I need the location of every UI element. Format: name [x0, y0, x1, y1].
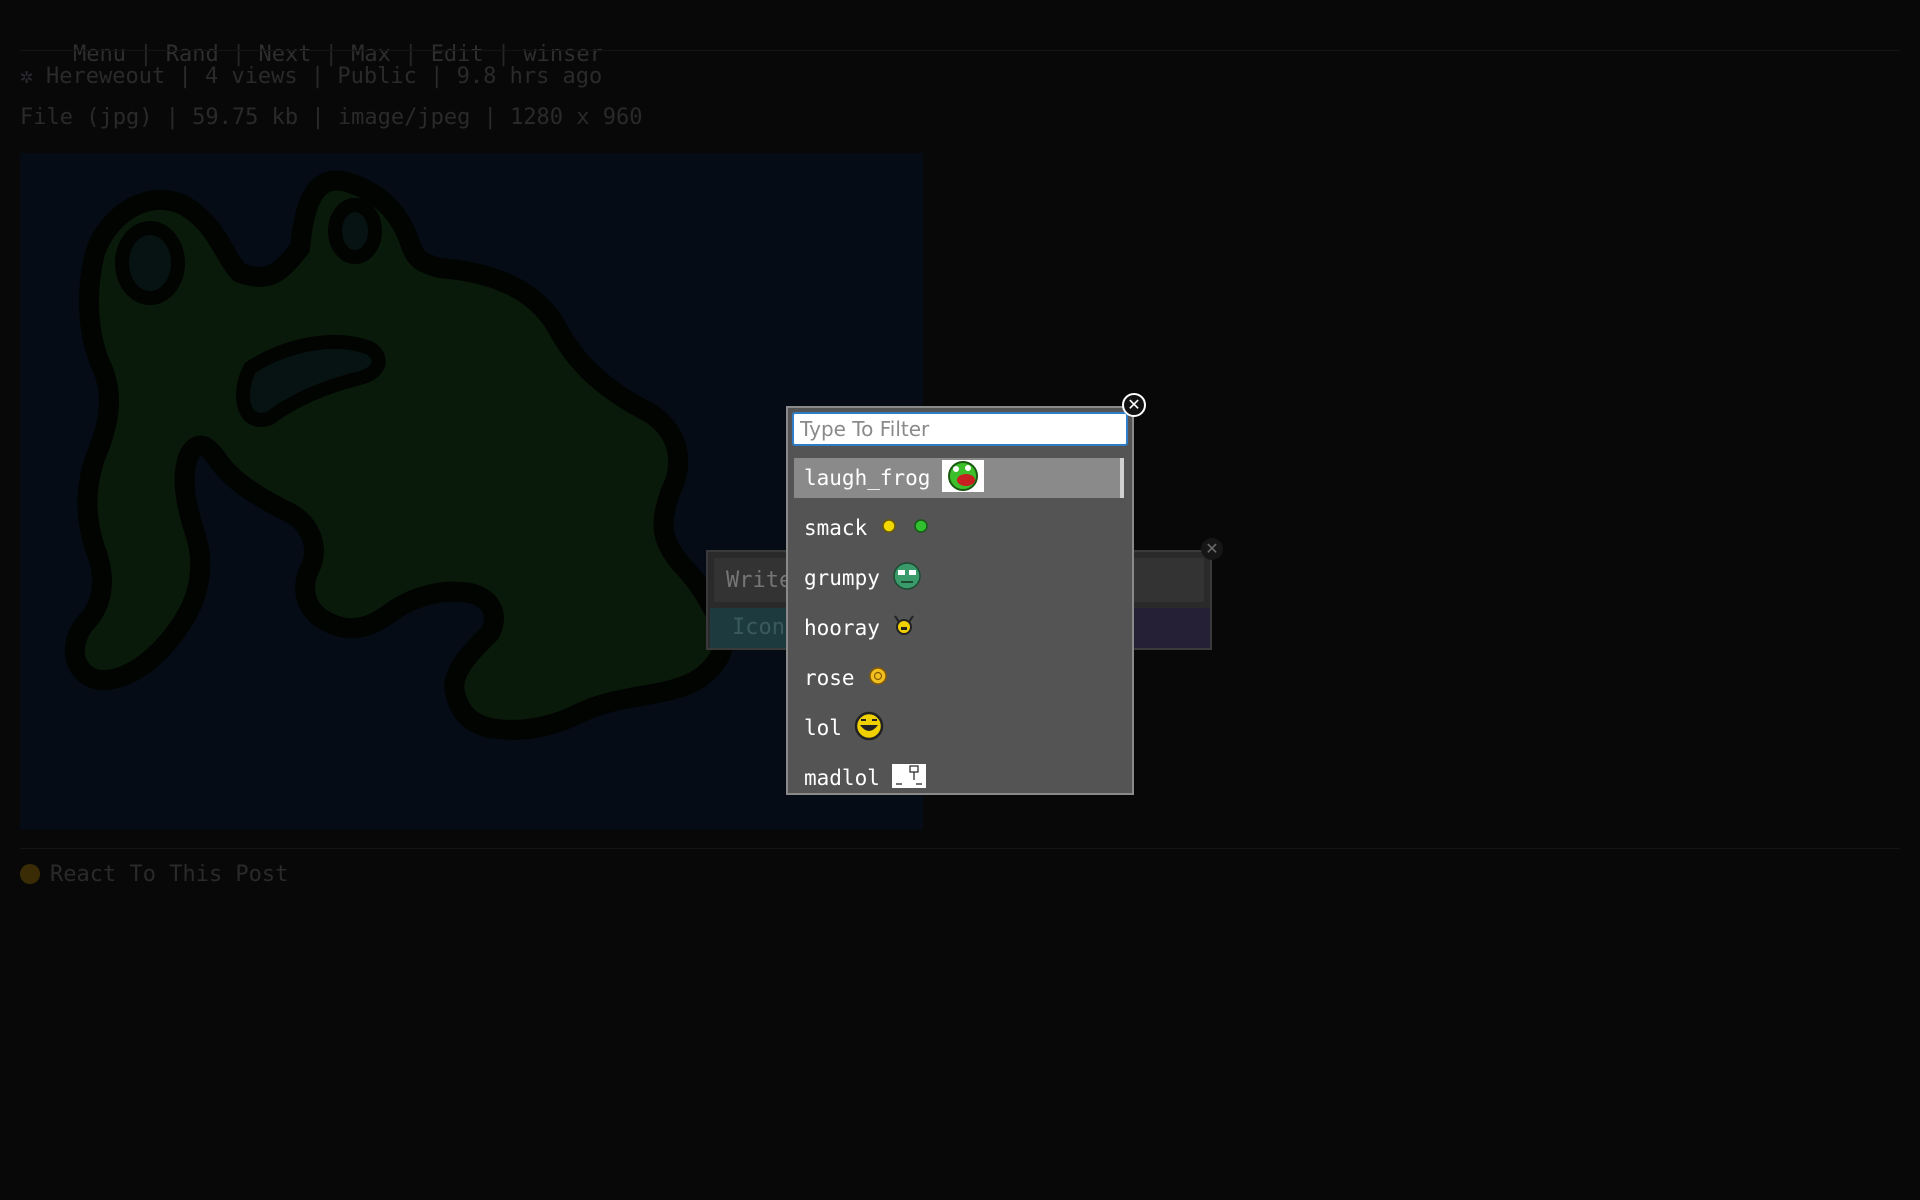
divider: [20, 848, 1900, 849]
smack-icon: [879, 516, 931, 541]
emoji-label: laugh_frog: [804, 466, 931, 490]
emoji-label: madlol: [804, 766, 880, 790]
emoji-label: hooray: [804, 616, 880, 640]
emoji-list: laugh_frog smack grumpy hooray rose lol …: [794, 458, 1124, 793]
laugh-frog-icon: [942, 459, 985, 497]
smiley-icon: [20, 864, 40, 884]
emoji-item-rose[interactable]: rose: [794, 658, 1124, 698]
grumpy-icon: [892, 561, 922, 596]
hooray-icon: [892, 614, 916, 643]
emoji-item-smack[interactable]: smack: [794, 508, 1124, 548]
picker-close-button[interactable]: ✕: [1122, 393, 1146, 417]
user-icon: ✲: [20, 64, 34, 89]
emoji-label: smack: [804, 516, 868, 540]
emoji-item-hooray[interactable]: hooray: [794, 608, 1124, 648]
page: Menu | Rand | Next | Max | Edit | winser…: [0, 0, 1920, 1200]
madlol-icon: [891, 763, 926, 793]
react-link[interactable]: React To This Post: [20, 860, 288, 890]
react-label: React To This Post: [50, 862, 289, 887]
divider: [20, 50, 1900, 51]
post-meta-text: Hereweout | 4 views | Public | 9.8 hrs a…: [46, 64, 603, 89]
emoji-item-lol[interactable]: lol: [794, 708, 1124, 748]
emoji-label: lol: [804, 716, 842, 740]
emoji-picker: laugh_frog smack grumpy hooray: [786, 406, 1134, 795]
emoji-label: grumpy: [804, 566, 880, 590]
comment-close-button[interactable]: ✕: [1201, 538, 1223, 560]
blob-eye-right: [328, 198, 382, 264]
blob-eye-left: [115, 221, 185, 305]
file-info: File (jpg) | 59.75 kb | image/jpeg | 128…: [20, 105, 643, 130]
emoji-item-laugh-frog[interactable]: laugh_frog: [794, 458, 1124, 498]
emoji-label: rose: [804, 666, 855, 690]
filter-input[interactable]: [792, 412, 1128, 446]
emoji-item-grumpy[interactable]: grumpy: [794, 558, 1124, 598]
post-meta: ✲ Hereweout | 4 views | Public | 9.8 hrs …: [20, 62, 602, 92]
emoji-item-madlol[interactable]: madlol: [794, 758, 1124, 793]
rose-icon: [867, 665, 889, 692]
lol-icon: [854, 711, 884, 746]
